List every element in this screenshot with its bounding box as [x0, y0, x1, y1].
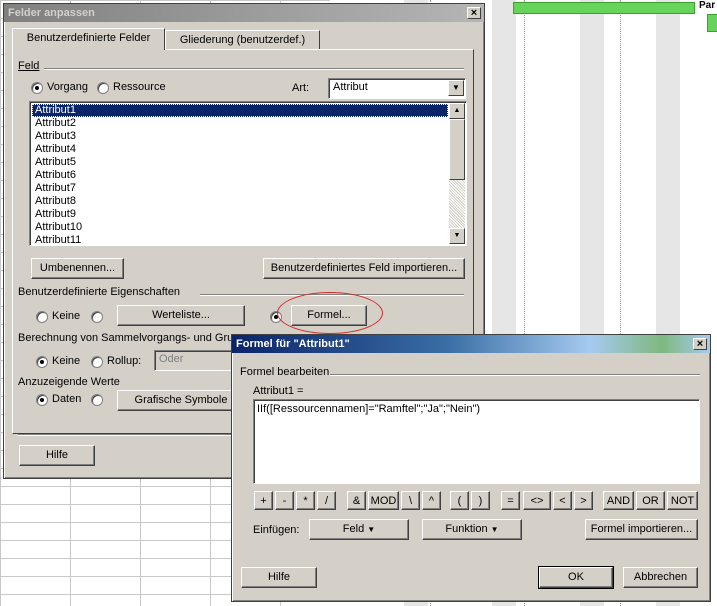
list-item[interactable]: Attribut11	[32, 234, 448, 245]
formula-dialog-title: Formel für "Attribut1"	[236, 338, 350, 350]
daten-radio[interactable]	[36, 394, 48, 406]
custom-properties-group-label: Benutzerdefinierte Eigenschaften	[18, 286, 181, 298]
operator-minus-button[interactable]: -	[275, 491, 294, 510]
vorgang-radio[interactable]	[31, 82, 43, 94]
rollup-select-value: Oder	[159, 353, 184, 365]
operator-open-paren-button[interactable]: (	[450, 491, 469, 510]
keine-radio-2-label: Keine	[52, 355, 81, 367]
formula-edit-group-label: Formel bearbeiten	[240, 366, 330, 378]
feld-dropdown-label: Feld	[342, 523, 365, 535]
werteliste-button[interactable]: Werteliste...	[117, 305, 245, 326]
list-item[interactable]: Attribut2	[32, 117, 448, 130]
field-list[interactable]: Attribut1 Attribut2 Attribut3 Attribut4 Attr…	[29, 101, 467, 246]
art-select[interactable]: Attribut ▼	[328, 78, 466, 99]
operator-backslash-button[interactable]: \	[401, 491, 420, 510]
operator-mod-button[interactable]: MOD	[368, 491, 399, 510]
feld-group-label: Feld	[18, 60, 40, 72]
list-item[interactable]: Attribut8	[32, 195, 448, 208]
list-item[interactable]: Attribut10	[32, 221, 448, 234]
umbenennen-button[interactable]: Umbenennen...	[31, 258, 124, 279]
funktion-dropdown-button[interactable]: Funktion ▼	[422, 519, 522, 540]
list-item[interactable]: Attribut3	[32, 130, 448, 143]
formula-field-label: Attribut1 =	[253, 385, 304, 397]
operator-divide-button[interactable]: /	[317, 491, 336, 510]
scroll-thumb[interactable]	[449, 119, 465, 180]
formula-input[interactable]: IIf([Ressourcennamen]="Ramftel";"Ja";"Ne…	[253, 399, 700, 484]
display-values-group-label: Anzuzeigende Werte	[18, 376, 120, 388]
highlight-ellipse	[277, 292, 383, 334]
operator-and-button[interactable]: AND	[603, 491, 634, 510]
import-field-button[interactable]: Benutzerdefiniertes Feld importieren...	[263, 258, 465, 279]
list-item[interactable]: Attribut9	[32, 208, 448, 221]
list-item[interactable]: Attribut4	[32, 143, 448, 156]
close-icon[interactable]: ×	[693, 338, 707, 350]
gantt-task-bar[interactable]	[513, 2, 695, 14]
insert-label: Einfügen:	[253, 524, 300, 536]
ok-button[interactable]: OK	[538, 566, 614, 589]
funktion-dropdown-label: Funktion	[445, 523, 488, 535]
art-select-value: Attribut	[333, 81, 368, 93]
operator-less-than-button[interactable]: <	[553, 491, 572, 510]
list-item[interactable]: Attribut7	[32, 182, 448, 195]
field-list-items: Attribut1 Attribut2 Attribut3 Attribut4 Attr…	[32, 104, 448, 245]
operator-not-button[interactable]: NOT	[667, 491, 698, 510]
ressource-radio[interactable]	[97, 82, 109, 94]
scroll-down-icon[interactable]: ▼	[449, 228, 465, 244]
operator-greater-than-button[interactable]: >	[574, 491, 593, 510]
calc-group-label: Berechnung von Sammelvorgangs- und Grup	[18, 332, 240, 344]
scroll-up-icon[interactable]: ▲	[449, 103, 465, 119]
field-list-scrollbar[interactable]: ▲ ▼	[449, 103, 465, 244]
feld-dropdown-button[interactable]: Feld ▼	[309, 519, 409, 540]
operator-equals-button[interactable]: =	[501, 491, 520, 510]
operator-plus-button[interactable]: +	[254, 491, 273, 510]
keine-radio-1-label: Keine	[52, 310, 81, 322]
tab-benutzerdefinierte-felder[interactable]: Benutzerdefinierte Felder	[12, 28, 165, 50]
formula-hilfe-button[interactable]: Hilfe	[241, 567, 317, 588]
grafische-symbole-radio[interactable]	[91, 394, 103, 406]
operator-concat-button[interactable]: &	[347, 491, 366, 510]
operator-power-button[interactable]: ^	[422, 491, 441, 510]
list-item[interactable]: Attribut1	[32, 104, 448, 117]
werteliste-radio[interactable]	[91, 311, 103, 323]
keine-radio-1[interactable]	[36, 311, 48, 323]
group-divider	[44, 68, 464, 70]
keine-radio-2[interactable]	[36, 356, 48, 368]
chevron-down-icon: ▼	[367, 525, 376, 534]
formula-text: IIf([Ressourcennamen]="Ramftel";"Ja";"Ne…	[257, 403, 481, 415]
rollup-radio-label: Rollup:	[107, 355, 142, 367]
daten-radio-label: Daten	[52, 393, 82, 405]
group-divider	[330, 374, 700, 376]
chevron-down-icon: ▼	[490, 525, 499, 534]
ressource-radio-label: Ressource	[113, 81, 166, 93]
chevron-down-icon[interactable]: ▼	[448, 80, 464, 96]
gantt-bar-label: Par	[699, 0, 716, 11]
gantt-task-bar[interactable]	[707, 14, 717, 32]
art-label: Art:	[292, 82, 310, 94]
list-item[interactable]: Attribut5	[32, 156, 448, 169]
dialog-title-bar[interactable]: Felder anpassen ×	[4, 4, 484, 22]
grafische-symbole-button[interactable]: Grafische Symbole	[117, 390, 245, 411]
tab-gliederung[interactable]: Gliederung (benutzerdef.)	[165, 30, 320, 50]
operator-multiply-button[interactable]: *	[296, 491, 315, 510]
dialog-title: Felder anpassen	[8, 7, 95, 19]
vorgang-radio-label: Vorgang	[47, 81, 88, 93]
operator-close-paren-button[interactable]: )	[471, 491, 490, 510]
formula-dialog-title-bar[interactable]: Formel für "Attribut1" ×	[232, 335, 710, 353]
operator-not-equal-button[interactable]: <>	[523, 491, 551, 510]
formel-importieren-button[interactable]: Formel importieren...	[585, 519, 698, 540]
hilfe-button[interactable]: Hilfe	[19, 445, 95, 466]
operator-or-button[interactable]: OR	[636, 491, 665, 510]
list-item[interactable]: Attribut6	[32, 169, 448, 182]
abbrechen-button[interactable]: Abbrechen	[623, 567, 698, 588]
rollup-radio[interactable]	[91, 356, 103, 368]
close-icon[interactable]: ×	[467, 7, 481, 19]
formel-dialog: Formel für "Attribut1" × Formel bearbeit…	[231, 334, 711, 602]
